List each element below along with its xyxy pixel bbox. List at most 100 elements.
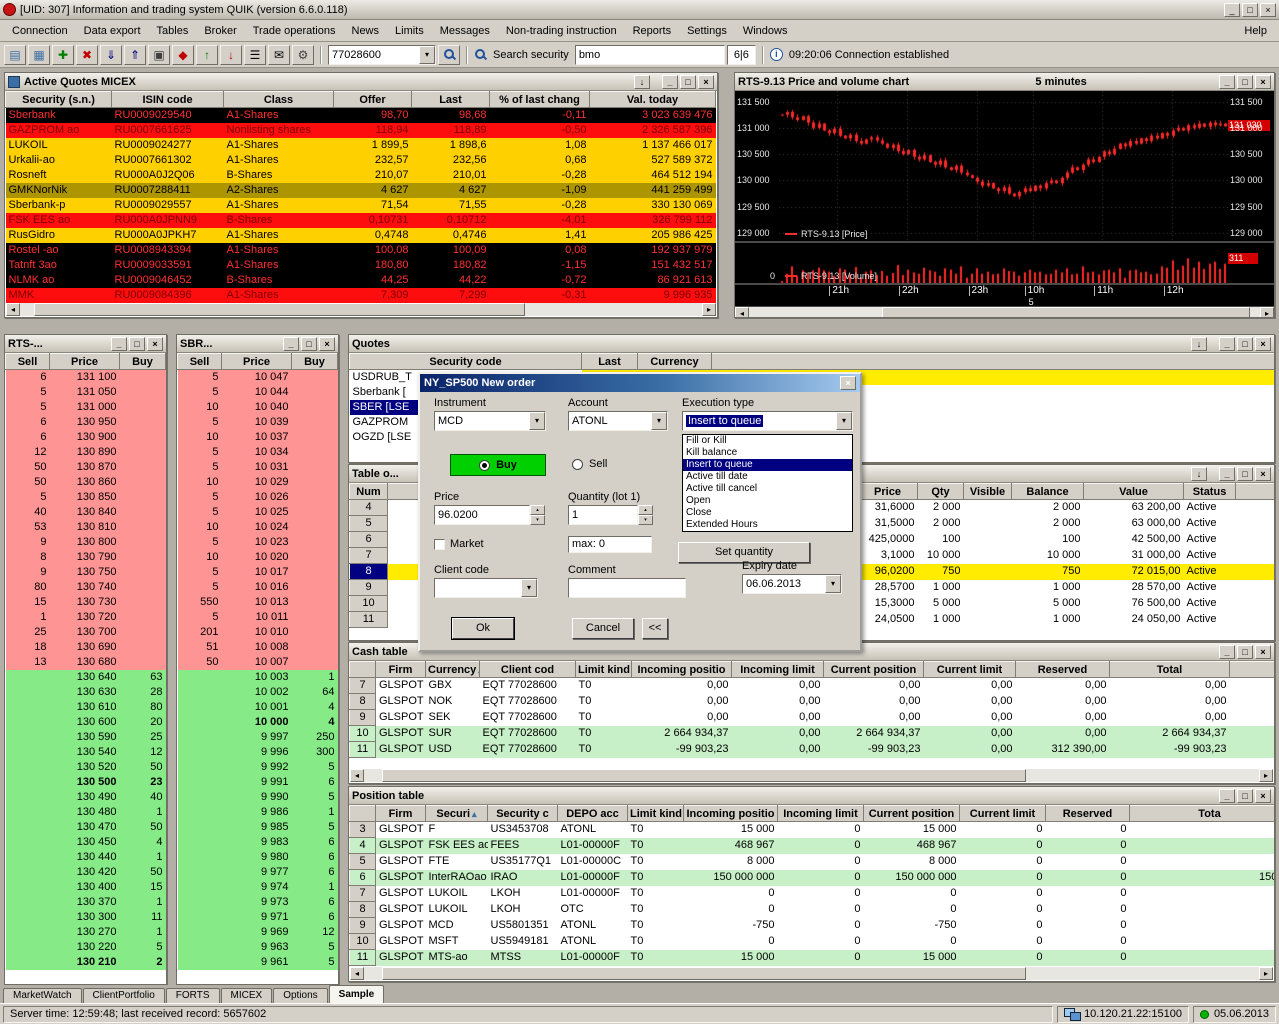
scroll-left-icon[interactable]: ◂ [350, 967, 364, 980]
table-row[interactable]: 10 10 040 [177, 400, 338, 415]
scroll-thumb[interactable] [33, 303, 525, 316]
table-row[interactable]: 18 130 690 [5, 640, 166, 655]
export-icon[interactable]: ⇑ [124, 44, 146, 65]
table-row[interactable]: 9 990 5 [177, 790, 338, 805]
column-header[interactable]: Securi [425, 805, 488, 822]
workspace-tab[interactable]: Options [273, 988, 328, 1003]
table-row[interactable]: GMKNorNik RU0007288411 A2-Shares 4 627 4 627… [5, 183, 716, 198]
scroll-left-icon[interactable]: ◂ [350, 769, 364, 782]
scroll-right-icon[interactable]: ▸ [702, 303, 716, 316]
close-icon[interactable]: × [840, 376, 856, 390]
column-header[interactable]: Sell [5, 353, 50, 370]
table-row[interactable]: 9 985 5 [177, 820, 338, 835]
messages-icon[interactable]: ✉ [268, 44, 290, 65]
scroll-thumb[interactable] [381, 769, 1027, 782]
step-up-icon[interactable]: ▴ [530, 505, 545, 515]
execution-type-option[interactable]: Extended Hours [683, 519, 852, 531]
execution-type-option[interactable]: Fill or Kill [683, 435, 852, 447]
restore-button[interactable]: □ [301, 336, 317, 351]
dock-icon[interactable]: ↓ [1191, 336, 1207, 351]
table-row[interactable]: 130 270 1 [5, 925, 166, 940]
app-minimize-button[interactable]: _ [1224, 2, 1240, 17]
close-button[interactable]: × [319, 336, 335, 351]
table-row[interactable]: 25 130 700 [5, 625, 166, 640]
instrument-combo[interactable]: MCD [434, 411, 546, 431]
column-header[interactable]: Security c [487, 805, 558, 822]
table-row[interactable]: FSK EES ao RU000A0JPNN9 B-Shares 0,10731 0,1… [5, 213, 716, 228]
table-row[interactable]: 50 130 870 [5, 460, 166, 475]
table-row[interactable]: 9 974 1 [177, 880, 338, 895]
table-row[interactable]: 130 220 5 [5, 940, 166, 955]
minimize-button[interactable]: _ [1219, 644, 1235, 659]
table-row[interactable]: 9 973 6 [177, 895, 338, 910]
column-header[interactable]: Current limit [959, 805, 1046, 822]
table-row[interactable]: 9 961 5 [177, 955, 338, 970]
table-row[interactable]: 130 450 4 [5, 835, 166, 850]
quantity-field[interactable]: 1 ▴ ▾ [568, 505, 653, 525]
table-row[interactable]: 130 610 80 [5, 700, 166, 715]
table-row[interactable]: 550 10 013 [177, 595, 338, 610]
column-header[interactable]: Balance [1011, 483, 1084, 500]
app-maximize-button[interactable]: □ [1242, 2, 1258, 17]
column-header[interactable]: Price [857, 483, 918, 500]
table-row[interactable]: 6 131 100 [5, 369, 166, 385]
table-row[interactable]: 5 10 026 [177, 490, 338, 505]
table-row[interactable]: 5 130 850 [5, 490, 166, 505]
table-row[interactable]: 9 977 6 [177, 865, 338, 880]
table-row[interactable]: 9 969 12 [177, 925, 338, 940]
table-row[interactable]: 10 002 64 [177, 685, 338, 700]
minimize-button[interactable]: _ [111, 336, 127, 351]
horizontal-scrollbar[interactable]: ◂ ▸ [735, 307, 1274, 317]
minimize-button[interactable]: _ [1219, 336, 1235, 351]
scroll-left-icon[interactable]: ◂ [735, 307, 749, 317]
table-row[interactable]: 5 10 034 [177, 445, 338, 460]
table-row[interactable]: 12 130 890 [5, 445, 166, 460]
column-header[interactable]: Class [223, 91, 334, 108]
table-row[interactable]: 5 131 000 [5, 400, 166, 415]
table-row[interactable]: 6 GLSPOT InterRAOao IRAO L01-00000F T0 150 000… [349, 869, 1274, 886]
ok-button[interactable]: Ok [451, 617, 515, 640]
execution-type-option[interactable]: Open [683, 495, 852, 507]
table-row[interactable]: 6 130 900 [5, 430, 166, 445]
close-button[interactable]: × [1255, 644, 1271, 659]
table-row[interactable]: 7 GLSPOT GBX EQT 77028600 T0 0,00 0,00 0,00 0,00… [349, 677, 1275, 694]
execution-type-option[interactable]: Active till date [683, 471, 852, 483]
table-row[interactable]: 130 440 1 [5, 850, 166, 865]
menu-item[interactable]: News [344, 22, 388, 40]
column-header[interactable]: Price [221, 353, 292, 370]
table-row[interactable]: 9 130 800 [5, 535, 166, 550]
column-header[interactable] [349, 661, 376, 678]
collapse-button[interactable]: << [642, 618, 668, 639]
new-order-icon[interactable]: ↑ [196, 44, 218, 65]
table-row[interactable]: 53 130 810 [5, 520, 166, 535]
table-row[interactable]: 10 10 024 [177, 520, 338, 535]
table-row[interactable]: 13 130 680 [5, 655, 166, 670]
column-header[interactable] [1229, 661, 1274, 678]
column-header[interactable]: Status [1183, 483, 1236, 500]
table-row[interactable]: 130 520 50 [5, 760, 166, 775]
account-combo[interactable]: 77028600 [328, 44, 436, 65]
table-row[interactable]: 130 210 2 [5, 955, 166, 970]
table-row[interactable]: MMK RU0009084396 A1-Shares 7,309 7,299 -0,31 9… [5, 288, 716, 303]
step-down-icon[interactable]: ▾ [638, 515, 653, 525]
column-header[interactable]: Visible [963, 483, 1012, 500]
table-row[interactable]: 11 GLSPOT MTS-ao MTSS L01-00000F T0 15 000 0 15 … [349, 949, 1274, 966]
table-row[interactable]: 5 10 044 [177, 385, 338, 400]
column-header[interactable]: Firm [375, 805, 426, 822]
table-row[interactable]: 5 GLSPOT FTE US35177Q1 L01-00000C T0 8 000 0 8 0… [349, 853, 1275, 870]
scroll-left-icon[interactable]: ◂ [6, 303, 20, 316]
chevron-down-icon[interactable] [529, 412, 545, 430]
restore-button[interactable]: □ [1237, 74, 1253, 89]
restore-button[interactable]: □ [1237, 644, 1253, 659]
dock-icon[interactable]: ↓ [1191, 466, 1207, 481]
column-header[interactable]: ISIN code [111, 91, 224, 108]
column-header[interactable]: Total [1109, 661, 1230, 678]
table-row[interactable]: 9 996 300 [177, 745, 338, 760]
column-header[interactable]: Val. today [589, 91, 716, 108]
table-row[interactable]: 130 470 50 [5, 820, 166, 835]
table-row[interactable]: 9 971 6 [177, 910, 338, 925]
comment-input[interactable] [568, 578, 686, 598]
column-header[interactable]: % of last chang [489, 91, 590, 108]
workspace-tab[interactable]: MICEX [220, 988, 273, 1003]
table-row[interactable]: 9 GLSPOT MCD US5801351 ATONL T0 -750 0 -750 0 0 [349, 917, 1275, 934]
